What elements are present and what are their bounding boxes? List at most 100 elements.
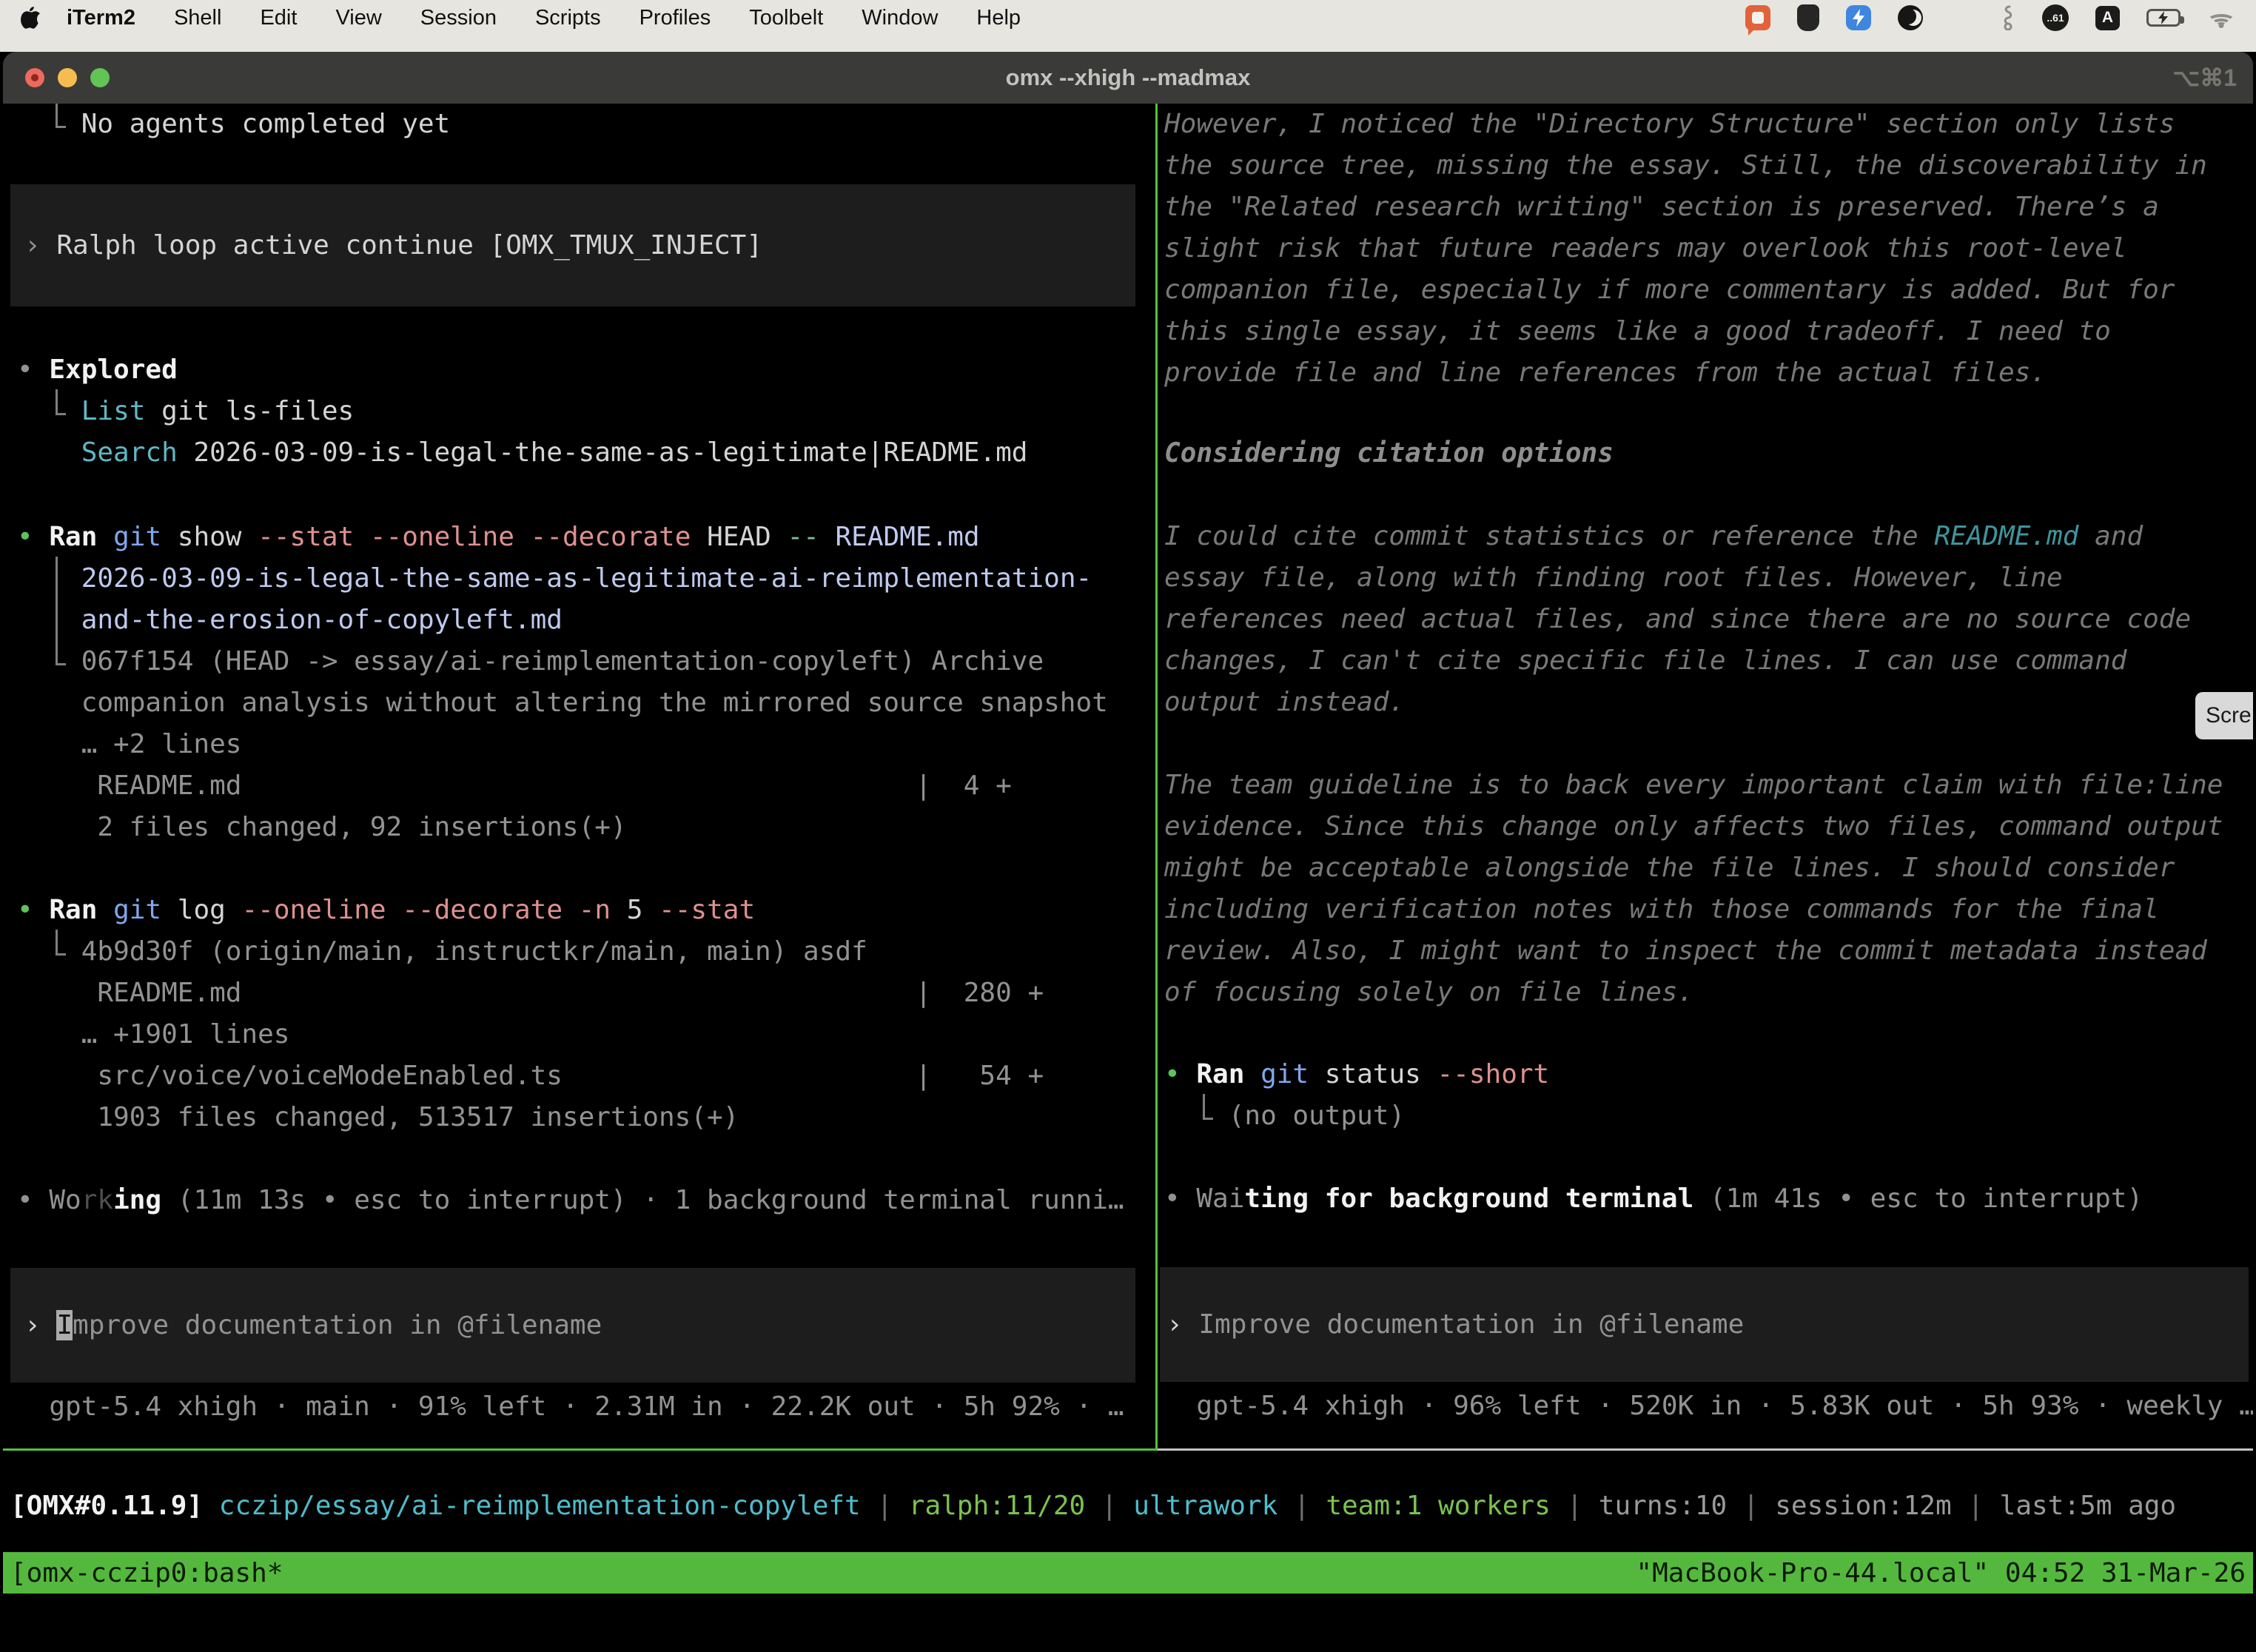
terminal-line: essay file, along with finding root file… xyxy=(1158,557,2253,599)
tree-vline xyxy=(49,558,65,600)
terminal-line: 2 files changed, 92 insertions(+) xyxy=(3,807,1155,848)
prompt-input-right-line: › Improve documentation in @filename xyxy=(1160,1304,2249,1346)
terminal-line: this single essay, it seems like a good … xyxy=(1158,311,2253,352)
app-a-icon[interactable]: A xyxy=(2095,6,2120,30)
terminal-gap xyxy=(3,1138,1155,1180)
terminal-gap xyxy=(3,145,1155,184)
tree-corner xyxy=(1196,1095,1212,1137)
terminal-line: • Ran git log --oneline --decorate -n 5 … xyxy=(3,890,1155,931)
terminal-gap xyxy=(1158,474,2253,516)
window-shortcut-badge: ⌥⌘1 xyxy=(2172,64,2237,92)
menu-item-window[interactable]: Window xyxy=(862,6,938,30)
hook-utility-icon[interactable] xyxy=(1999,5,2015,30)
terminal-gap xyxy=(1158,1220,2253,1267)
apple-menu-icon[interactable] xyxy=(21,7,40,29)
prompt-input-left[interactable]: › Improve documentation in @filename xyxy=(10,1268,1135,1383)
terminal-line: Search 2026-03-09-is-legal-the-same-as-l… xyxy=(3,432,1155,474)
password-shield-icon[interactable] xyxy=(1797,4,1819,31)
prompt-input-right[interactable]: › Improve documentation in @filename xyxy=(1160,1267,2249,1382)
omx-status-line: [OMX#0.11.9] cczip/essay/ai-reimplementa… xyxy=(3,1451,2253,1527)
screen-share-chip[interactable]: Scre xyxy=(2195,692,2253,739)
terminal-line: No agents completed yet xyxy=(3,104,1155,145)
tmux-host-clock: "MacBook-Pro-44.local" 04:52 31-Mar-26 xyxy=(1636,1558,2246,1588)
terminal-line: changes, I can't cite specific file line… xyxy=(1158,640,2253,682)
menu-item-shell[interactable]: Shell xyxy=(174,6,222,30)
terminal-line: … +1901 lines xyxy=(3,1014,1155,1055)
pane-right[interactable]: However, I noticed the "Directory Struct… xyxy=(1158,104,2253,1448)
menu-item-scripts[interactable]: Scripts xyxy=(535,6,601,30)
chat-notification-icon[interactable] xyxy=(1745,5,1770,30)
terminal-line: including verification notes with those … xyxy=(1158,889,2253,930)
menu-item-session[interactable]: Session xyxy=(420,6,497,30)
terminal-gap xyxy=(1158,394,2253,433)
terminal-gap xyxy=(1158,1137,2253,1178)
terminal-content: No agents completed yet › Ralph loop acti… xyxy=(3,104,2253,1448)
menu-item-view[interactable]: View xyxy=(335,6,381,30)
blue-app-icon[interactable] xyxy=(1846,5,1871,30)
menu-item-toolbelt[interactable]: Toolbelt xyxy=(749,6,823,30)
desktop-top: iTerm2 Shell Edit View Session Scripts Profile… xyxy=(0,0,2256,52)
terminal-line: might be acceptable alongside the file l… xyxy=(1158,847,2253,889)
terminal-line: gpt-5.4 xhigh · main · 91% left · 2.31M … xyxy=(3,1386,1155,1428)
terminal-line: 4b9d30f (origin/main, instructkr/main, m… xyxy=(3,931,1155,973)
pane-left[interactable]: No agents completed yet › Ralph loop acti… xyxy=(3,104,1155,1448)
terminal-line: 2026-03-09-is-legal-the-same-as-legitima… xyxy=(3,558,1155,600)
terminal-line: review. Also, I might want to inspect th… xyxy=(1158,930,2253,972)
battery-icon[interactable] xyxy=(2146,9,2181,27)
terminal-line: companion file, especially if more comme… xyxy=(1158,269,2253,311)
terminal-gap xyxy=(3,474,1155,517)
terminal-line: However, I noticed the "Directory Struct… xyxy=(1158,104,2253,145)
terminal-gap xyxy=(3,1221,1155,1268)
terminal-line: The team guideline is to back every impo… xyxy=(1158,765,2253,806)
terminal-line: slight risk that future readers may over… xyxy=(1158,228,2253,269)
title-bar[interactable]: omx --xhigh --madmax ⌥⌘1 xyxy=(3,52,2253,104)
ralph-loop-box-line: › Ralph loop active continue [OMX_TMUX_I… xyxy=(10,225,1135,266)
terminal-line: the "Related research writing" section i… xyxy=(1158,187,2253,228)
terminal-line: gpt-5.4 xhigh · 96% left · 520K in · 5.8… xyxy=(1158,1386,2253,1427)
terminal-line: references need actual files, and since … xyxy=(1158,599,2253,640)
terminal-line: … +2 lines xyxy=(3,724,1155,765)
terminal-gap xyxy=(3,848,1155,890)
prompt-input-left-line: › Improve documentation in @filename xyxy=(10,1305,1135,1346)
badge-61-icon[interactable]: ..61 xyxy=(2042,4,2069,31)
terminal-line: src/voice/voiceModeEnabled.ts | 54 + xyxy=(3,1055,1155,1097)
tmux-session-label: [omx-cczip0:bash* xyxy=(10,1558,283,1588)
terminal-line: • Ran git status --short xyxy=(1158,1054,2253,1095)
menu-bar: iTerm2 Shell Edit View Session Scripts Profile… xyxy=(0,0,2256,36)
terminal-line: • Explored xyxy=(3,349,1155,391)
terminal-line: 067f154 (HEAD -> essay/ai-reimplementati… xyxy=(3,641,1155,682)
terminal-line: README.md | 4 + xyxy=(3,765,1155,807)
terminal-line: provide file and line references from th… xyxy=(1158,352,2253,394)
grid-dots-icon[interactable] xyxy=(1950,7,1973,30)
terminal-line: (no output) xyxy=(1158,1095,2253,1137)
wifi-icon[interactable] xyxy=(2207,7,2235,28)
tree-corner xyxy=(49,104,65,145)
status-area: [OMX#0.11.9] cczip/essay/ai-reimplementa… xyxy=(3,1451,2253,1652)
menu-item-profiles[interactable]: Profiles xyxy=(639,6,711,30)
terminal-line: Considering citation options xyxy=(1158,433,2253,474)
terminal-line: the source tree, missing the essay. Stil… xyxy=(1158,145,2253,187)
terminal-line: output instead. xyxy=(1158,682,2253,723)
tree-corner xyxy=(49,391,65,432)
ralph-loop-box[interactable]: › Ralph loop active continue [OMX_TMUX_I… xyxy=(10,184,1135,306)
terminal-line: 1903 files changed, 513517 insertions(+) xyxy=(3,1097,1155,1138)
tree-vline xyxy=(49,600,65,641)
terminal-line: of focusing solely on file lines. xyxy=(1158,972,2253,1013)
terminal-line: • Working (11m 13s • esc to interrupt) ·… xyxy=(3,1180,1155,1221)
menu-item-edit[interactable]: Edit xyxy=(260,6,297,30)
terminal-line: evidence. Since this change only affects… xyxy=(1158,806,2253,847)
window-title: omx --xhigh --madmax xyxy=(3,64,2253,91)
iterm-window: omx --xhigh --madmax ⌥⌘1 No agents compl… xyxy=(3,52,2253,1652)
terminal-line: and-the-erosion-of-copyleft.md xyxy=(3,600,1155,641)
tree-corner xyxy=(49,641,65,682)
tree-corner xyxy=(49,931,65,973)
focus-moon-icon[interactable] xyxy=(1898,5,1923,30)
terminal-line: companion analysis without altering the … xyxy=(3,682,1155,724)
terminal-gap xyxy=(3,306,1155,349)
menu-item-iterm2[interactable]: iTerm2 xyxy=(67,6,135,30)
terminal-line: • Ran git show --stat --oneline --decora… xyxy=(3,517,1155,558)
terminal-line: • Waiting for background terminal (1m 41… xyxy=(1158,1178,2253,1220)
terminal-gap xyxy=(1158,1013,2253,1054)
menu-item-help[interactable]: Help xyxy=(976,6,1021,30)
terminal-line: I could cite commit statistics or refere… xyxy=(1158,516,2253,557)
